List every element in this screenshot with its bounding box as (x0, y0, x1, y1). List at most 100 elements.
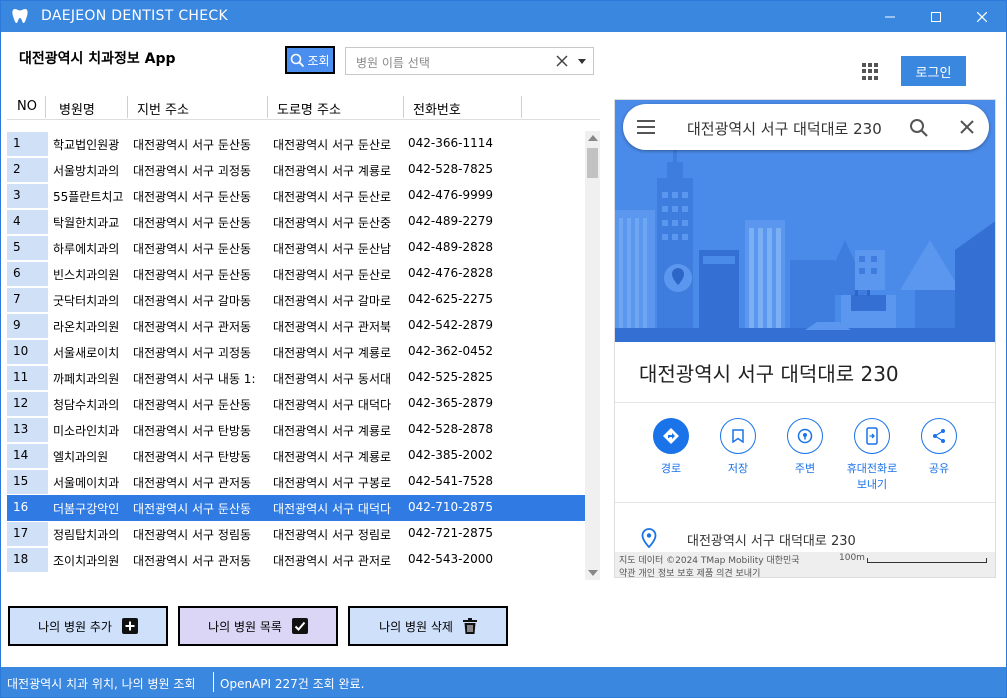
column-header-no[interactable]: NO (17, 99, 37, 114)
place-title: 대전광역시 서구 대덕대로 230 (639, 362, 899, 386)
table-row[interactable]: 15 서울메이치과 대전광역시 서구 관저동 대전광역시 서구 구봉로 042-541-… (7, 469, 585, 495)
title-bar: DAEJEON DENTIST CHECK (1, 1, 1006, 32)
table-row[interactable]: 10 서울새로이치 대전광역시 서구 괴정동 대전광역시 서구 계룡로 042-362-… (7, 339, 585, 365)
search-button[interactable]: 조회 (285, 46, 335, 74)
table-row[interactable]: 17 정림탑치과의 대전광역시 서구 정림동 대전광역시 서구 정림로 042-721-… (7, 521, 585, 547)
cell-name: 더봄구강악인 (53, 502, 120, 516)
map-search-input[interactable]: 대전광역시 서구 대덕대로 230 (687, 118, 883, 139)
cell-jibun: 대전광역시 서구 둔산동 (133, 138, 252, 152)
save-label: 저장 (727, 462, 749, 475)
save-button[interactable]: 저장 (705, 418, 771, 476)
column-separator[interactable] (521, 96, 522, 118)
cell-no: 11 (7, 366, 48, 390)
column-separator[interactable] (127, 96, 128, 118)
cell-tel: 042-385-2002 (408, 448, 494, 462)
cell-no: 14 (7, 444, 48, 468)
cell-road: 대전광역시 서구 계룡로 (273, 346, 392, 360)
column-separator[interactable] (403, 96, 404, 118)
cell-jibun: 대전광역시 서구 탄방동 (133, 450, 252, 464)
column-header-road[interactable]: 도로명 주소 (277, 99, 341, 118)
directions-icon (663, 428, 679, 444)
my-hospital-list-button[interactable]: 나의 병원 목록 (178, 606, 338, 646)
cell-tel: 042-489-2279 (408, 214, 494, 228)
cell-road: 대전광역시 서구 갈마로 (273, 294, 392, 308)
table-row[interactable]: 4 탁월한치과교 대전광역시 서구 둔산동 대전광역시 서구 둔산중 042-489-2… (7, 209, 585, 235)
table-row[interactable]: 3 55플란트치고 대전광역시 서구 둔산동 대전광역시 서구 둔산로 042-476-… (7, 183, 585, 209)
table-row[interactable]: 6 빈스치과의원 대전광역시 서구 둔산동 대전광역시 서구 둔산로 042-476-2… (7, 261, 585, 287)
nearby-button[interactable]: 주변 (772, 418, 838, 476)
hospital-select-placeholder: 병원 이름 선택 (356, 56, 430, 70)
cell-road: 대전광역시 서구 구봉로 (273, 476, 392, 490)
map-search-icon[interactable] (909, 118, 929, 138)
cell-name: 빈스치과의원 (53, 268, 120, 282)
delete-my-hospital-button[interactable]: 나의 병원 삭제 (348, 606, 508, 646)
add-my-hospital-button[interactable]: 나의 병원 추가 (8, 606, 168, 646)
table-row[interactable]: 16 더봄구강악인 대전광역시 서구 둔산동 대전광역시 서구 대덕다 042-710-… (7, 495, 585, 521)
column-header-tel[interactable]: 전화번호 (413, 99, 461, 118)
maximize-button[interactable] (913, 1, 959, 32)
column-header-name[interactable]: 병원명 (59, 99, 95, 118)
search-icon (291, 53, 305, 67)
dropdown-arrow-icon[interactable] (578, 59, 586, 64)
hospital-select[interactable]: 병원 이름 선택 (345, 47, 594, 75)
cell-no: 6 (7, 262, 48, 286)
cell-no: 10 (7, 340, 48, 364)
column-separator[interactable] (267, 96, 268, 118)
table-row[interactable]: 2 서울방치과의 대전광역시 서구 괴정동 대전광역시 서구 계룡로 042-528-7… (7, 157, 585, 183)
close-button[interactable] (959, 1, 1005, 32)
cell-road: 대전광역시 서구 계룡로 (273, 424, 392, 438)
clear-icon[interactable] (554, 53, 570, 69)
table-row[interactable]: 1 학교법인원광 대전광역시 서구 둔산동 대전광역시 서구 둔산로 042-366-1… (7, 131, 585, 157)
table-row[interactable]: 13 미소라인치과 대전광역시 서구 탄방동 대전광역시 서구 계룡로 042-528-… (7, 417, 585, 443)
cell-tel: 042-710-2875 (408, 500, 494, 514)
scroll-thumb[interactable] (587, 148, 598, 178)
table-row[interactable]: 18 조이치과의원 대전광역시 서구 관저동 대전광역시 서구 관저로 042-543-… (7, 547, 585, 573)
location-pin-icon (641, 528, 657, 548)
hamburger-menu-icon[interactable] (637, 120, 655, 134)
cell-name: 55플란트치고 (53, 190, 124, 204)
cell-road: 대전광역시 서구 관저북 (273, 320, 392, 334)
hospital-table: NO 병원명 지번 주소 도로명 주소 전화번호 1 학교법인원광 대전광역시 서구… (7, 94, 600, 580)
minimize-button[interactable] (867, 1, 913, 32)
cell-no: 17 (7, 522, 48, 546)
send-to-phone-label-2: 보내기 (856, 478, 888, 491)
table-row[interactable]: 12 청담수치과의 대전광역시 서구 둔산동 대전광역시 서구 대덕다 042-365-… (7, 391, 585, 417)
window-title: DAEJEON DENTIST CHECK (41, 8, 228, 24)
column-header-jibun[interactable]: 지번 주소 (137, 99, 189, 118)
cell-name: 까페치과의원 (53, 372, 120, 386)
map-footer-links[interactable]: 약관 개인 정보 보호 제품 의견 보내기 (619, 566, 760, 577)
share-button[interactable]: 공유 (906, 418, 972, 476)
cell-name: 하루에치과의 (53, 242, 120, 256)
table-scrollbar[interactable] (585, 131, 600, 580)
scroll-down-icon[interactable] (588, 570, 598, 576)
address-text: 대전광역시 서구 대덕대로 230 (687, 534, 856, 549)
add-my-hospital-label: 나의 병원 추가 (38, 619, 112, 634)
scroll-up-icon[interactable] (588, 135, 598, 141)
directions-button[interactable]: 경로 (638, 418, 704, 476)
send-to-phone-button[interactable]: 휴대전화로 보내기 (839, 418, 905, 492)
table-row[interactable]: 11 까페치과의원 대전광역시 서구 내동 1: 대전광역시 서구 동서대 042-52… (7, 365, 585, 391)
cell-name: 조이치과의원 (53, 554, 120, 568)
address-row[interactable]: 대전광역시 서구 대덕대로 230 (639, 526, 979, 550)
cell-tel: 042-476-2828 (408, 266, 494, 280)
column-separator[interactable] (45, 96, 46, 118)
table-row[interactable]: 7 굿닥터치과의 대전광역시 서구 갈마동 대전광역시 서구 갈마로 042-625-2… (7, 287, 585, 313)
table-row[interactable]: 5 하루에치과의 대전광역시 서구 둔산동 대전광역시 서구 둔산남 042-489-2… (7, 235, 585, 261)
cell-name: 엘치과의원 (53, 450, 109, 464)
cell-jibun: 대전광역시 서구 괴정동 (133, 346, 252, 360)
cell-no: 5 (7, 236, 48, 260)
checkbox-icon (291, 618, 308, 634)
directions-label: 경로 (660, 462, 682, 475)
login-button[interactable]: 로그인 (901, 56, 966, 86)
table-row[interactable]: 9 라온치과의원 대전광역시 서구 관저동 대전광역시 서구 관저북 042-542-2… (7, 313, 585, 339)
share-icon (933, 429, 945, 443)
table-row[interactable]: 14 엘치과의원 대전광역시 서구 탄방동 대전광역시 서구 계룡로 042-385-2… (7, 443, 585, 469)
map-search-box[interactable]: 대전광역시 서구 대덕대로 230 (623, 104, 989, 150)
apps-grid-icon[interactable] (862, 63, 879, 80)
cell-name: 서울메이치과 (53, 476, 120, 490)
map-clear-icon[interactable] (959, 119, 975, 135)
status-separator (213, 672, 214, 692)
cell-jibun: 대전광역시 서구 둔산동 (133, 268, 252, 282)
cell-road: 대전광역시 서구 대덕다 (273, 398, 392, 412)
table-header: NO 병원명 지번 주소 도로명 주소 전화번호 (7, 94, 600, 120)
